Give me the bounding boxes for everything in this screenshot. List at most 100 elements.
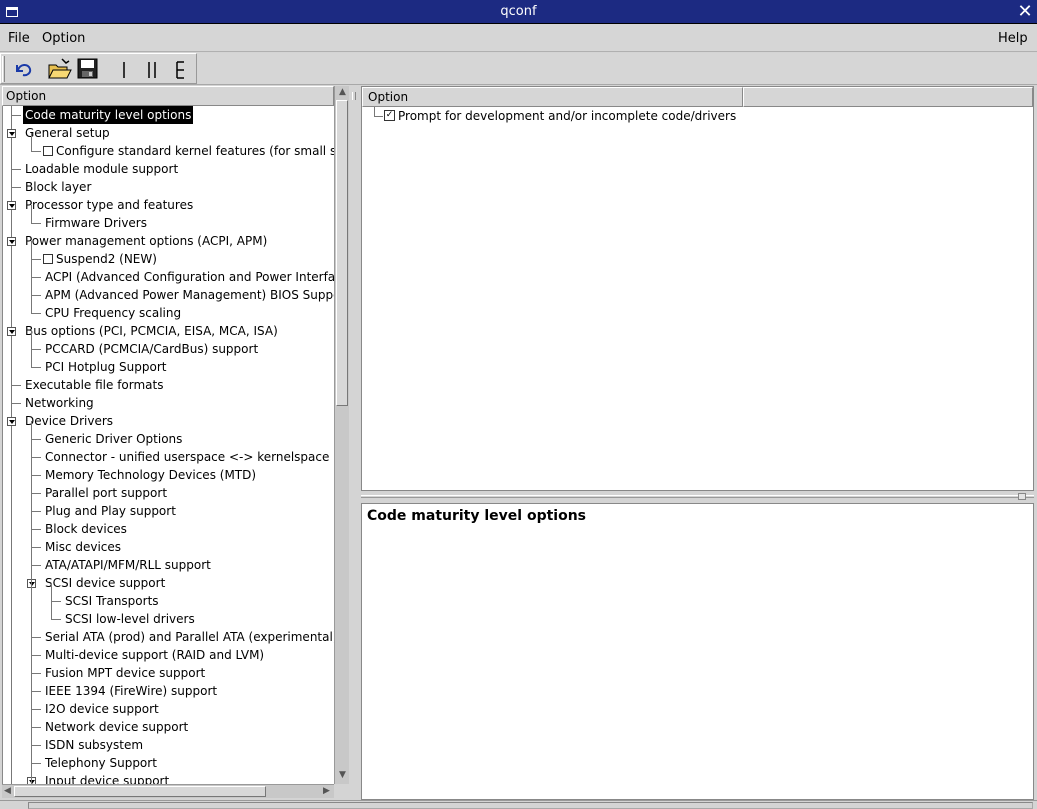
tree-row[interactable]: ISDN subsystem (3, 736, 334, 754)
tree-row[interactable]: Suspend2 (NEW) (3, 250, 334, 268)
tree-row[interactable]: APM (Advanced Power Management) BIOS Sup… (3, 286, 334, 304)
tree-row[interactable]: Serial ATA (prod) and Parallel ATA (expe… (3, 628, 334, 646)
tree-row[interactable]: Device Drivers (3, 412, 334, 430)
back-icon (16, 64, 32, 77)
tree-row[interactable]: Power management options (ACPI, APM) (3, 232, 334, 250)
full-view-button[interactable] (168, 56, 194, 82)
tree-connector-line (31, 349, 41, 350)
close-icon[interactable]: ✕ (1015, 2, 1035, 22)
expand-toggle-icon[interactable] (7, 417, 16, 426)
tree-row[interactable]: Fusion MPT device support (3, 664, 334, 682)
tree-row[interactable]: PCI Hotplug Support (3, 358, 334, 376)
tree-row[interactable]: Telephony Support (3, 754, 334, 772)
tree-row-label: CPU Frequency scaling (45, 306, 182, 320)
option-checkbox[interactable]: ✓ (384, 110, 395, 121)
tree-row-label: Generic Driver Options (45, 432, 183, 446)
tree-row[interactable]: Bus options (PCI, PCMCIA, EISA, MCA, ISA… (3, 322, 334, 340)
tree-connector-line (31, 331, 32, 367)
tree-row-label: Network device support (45, 720, 189, 734)
tree-vertical-scrollbar[interactable]: ▲ ▼ (334, 86, 349, 784)
tree-row[interactable]: Parallel port support (3, 484, 334, 502)
scroll-up-icon[interactable]: ▲ (337, 87, 348, 98)
options-column-header[interactable]: Option (362, 87, 743, 107)
tree-row[interactable]: PCCARD (PCMCIA/CardBus) support (3, 340, 334, 358)
tree-connector-line (31, 421, 32, 781)
tree-row[interactable]: Misc devices (3, 538, 334, 556)
option-row[interactable]: ✓ Prompt for development and/or incomplet… (362, 107, 1033, 125)
split-view-button[interactable] (140, 56, 166, 82)
open-button[interactable] (46, 56, 72, 82)
tree-row[interactable]: Connector - unified userspace <-> kernel… (3, 448, 334, 466)
tree-row-label: Networking (25, 396, 94, 410)
tree-row[interactable]: I2O device support (3, 700, 334, 718)
horizontal-splitter[interactable] (361, 491, 1034, 503)
scroll-down-icon[interactable]: ▼ (337, 770, 348, 781)
tree-row[interactable]: Configure standard kernel features (for … (3, 142, 334, 160)
expand-toggle-icon[interactable] (7, 237, 16, 246)
tree-row-label: Processor type and features (25, 198, 194, 212)
splitter-handle[interactable] (1018, 493, 1026, 500)
tree-row-label: Multi-device support (RAID and LVM) (45, 648, 265, 662)
scroll-right-icon[interactable]: ▶ (321, 785, 332, 797)
save-button[interactable] (75, 56, 101, 82)
tree-connector-line (374, 107, 375, 116)
tree-connector-line (31, 529, 41, 530)
menu-file-label: File (8, 31, 30, 46)
tree-row[interactable]: Executable file formats (3, 376, 334, 394)
single-view-button[interactable] (112, 56, 138, 82)
expand-toggle-icon[interactable] (7, 129, 16, 138)
tree-row[interactable]: CPU Frequency scaling (3, 304, 334, 322)
tree-row-label: Telephony Support (45, 756, 157, 770)
tree-connector-line (31, 637, 41, 638)
tree-column-header[interactable]: Option (2, 86, 334, 106)
tree-row[interactable]: Memory Technology Devices (MTD) (3, 466, 334, 484)
tree-row[interactable]: Networking (3, 394, 334, 412)
tree-connector-line (31, 205, 32, 223)
tree-horizontal-scrollbar[interactable]: ◀ ▶ (2, 784, 334, 798)
options-column-header-2[interactable] (743, 87, 1033, 107)
expand-toggle-icon[interactable] (7, 327, 16, 336)
tree-row-label: APM (Advanced Power Management) BIOS Sup… (45, 288, 334, 302)
tree-row[interactable]: Multi-device support (RAID and LVM) (3, 646, 334, 664)
tree-row[interactable]: SCSI low-level drivers (3, 610, 334, 628)
splitter-knob[interactable] (352, 92, 356, 100)
tree-connector-line (31, 745, 41, 746)
single-view-icon (123, 62, 125, 78)
tree-row[interactable]: Code maturity level options (3, 106, 334, 124)
tree-row[interactable]: General setup (3, 124, 334, 142)
tree-row[interactable]: Processor type and features (3, 196, 334, 214)
vertical-splitter[interactable] (349, 86, 359, 800)
back-button[interactable] (10, 56, 36, 82)
tree-row[interactable]: ATA/ATAPI/MFM/RLL support (3, 556, 334, 574)
status-field (28, 802, 1033, 809)
config-tree[interactable]: Code maturity level options General setup… (2, 106, 334, 784)
tree-row[interactable]: Block layer (3, 178, 334, 196)
tree-vertical-scroll-thumb[interactable] (336, 100, 348, 406)
tree-connector-line (11, 385, 21, 386)
tree-row[interactable]: Block devices (3, 520, 334, 538)
tree-row[interactable]: IEEE 1394 (FireWire) support (3, 682, 334, 700)
tree-row[interactable]: ACPI (Advanced Configuration and Power I… (3, 268, 334, 286)
title-bar: qconf ✕ (0, 0, 1037, 24)
scroll-left-icon[interactable]: ◀ (2, 785, 13, 797)
menu-help[interactable]: Help (998, 31, 1028, 46)
tree-row[interactable]: SCSI Transports (3, 592, 334, 610)
option-checkbox[interactable] (43, 254, 53, 264)
tree-row[interactable]: Loadable module support (3, 160, 334, 178)
toolbar-grip[interactable] (2, 56, 5, 82)
tree-connector-line (51, 583, 52, 619)
tree-row-label: SCSI Transports (65, 594, 159, 608)
option-checkbox[interactable] (43, 146, 53, 156)
tree-row[interactable]: Input device support (3, 772, 334, 784)
tree-row[interactable]: SCSI device support (3, 574, 334, 592)
menu-option[interactable]: Option (42, 31, 85, 46)
config-tree-panel: Option Code maturity level options Genera… (0, 86, 349, 800)
menu-file[interactable]: File (8, 31, 30, 46)
tree-row[interactable]: Generic Driver Options (3, 430, 334, 448)
tree-row-label: Bus options (PCI, PCMCIA, EISA, MCA, ISA… (25, 324, 278, 338)
tree-row[interactable]: Network device support (3, 718, 334, 736)
tree-row[interactable]: Firmware Drivers (3, 214, 334, 232)
tree-horizontal-scroll-thumb[interactable] (14, 786, 266, 797)
expand-toggle-icon[interactable] (7, 201, 16, 210)
tree-row[interactable]: Plug and Play support (3, 502, 334, 520)
